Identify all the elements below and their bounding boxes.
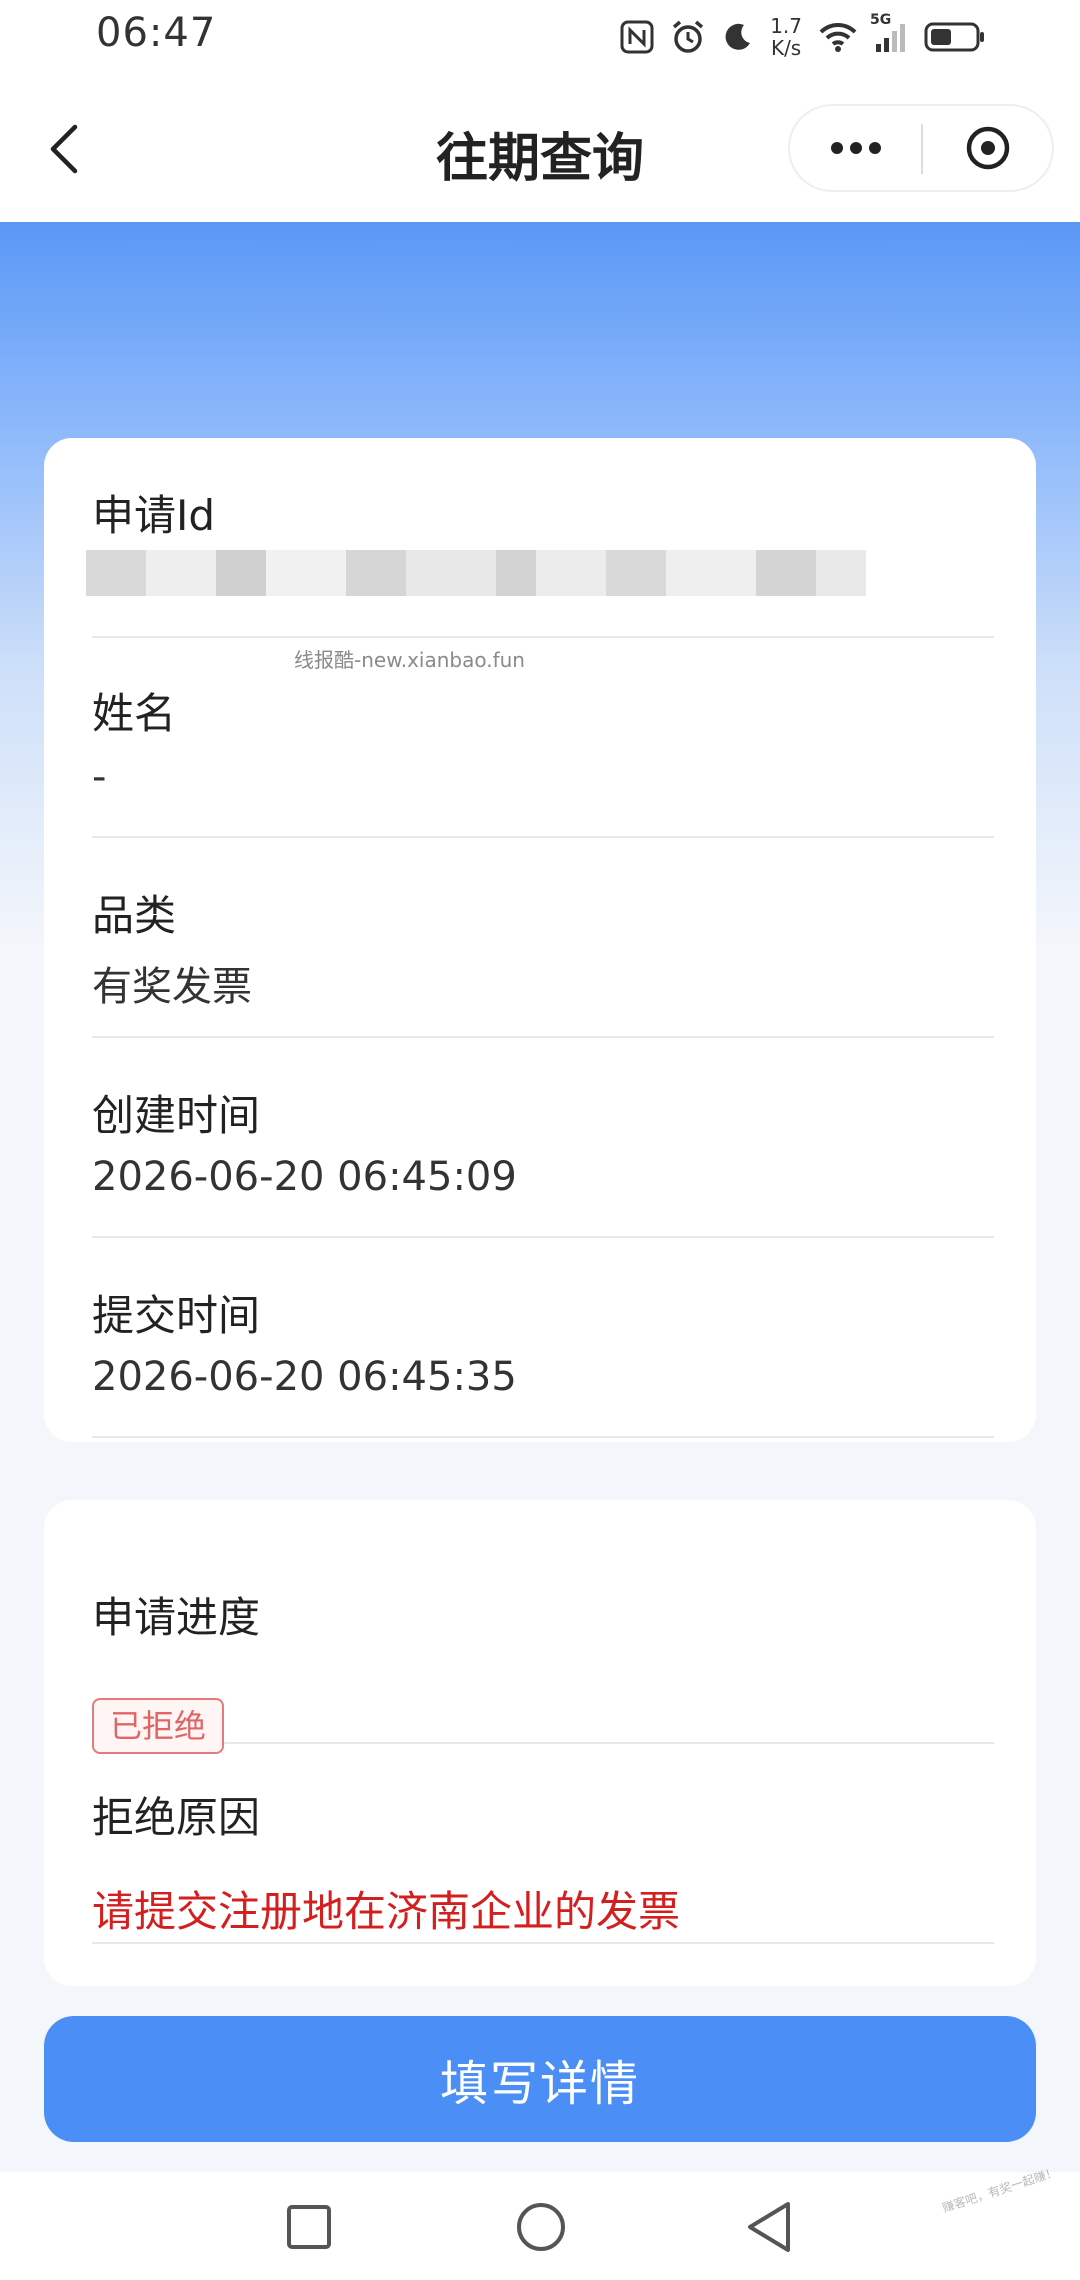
wifi-icon <box>818 20 858 54</box>
progress-label: 申请进度 <box>92 1593 261 1642</box>
fill-details-button[interactable]: 填写详情 <box>44 2016 1036 2142</box>
more-dots-icon <box>831 142 881 154</box>
application-progress-card: 申请进度 已拒绝 拒绝原因 请提交注册地在济南企业的发票 <box>44 1500 1036 1986</box>
field-progress: 申请进度 已拒绝 <box>92 1542 994 1754</box>
application-info-card: 申请Id 姓名 - 品类 有奖发票 创建时间 2026-06-20 06:45:… <box>44 438 1036 1442</box>
field-created-time: 创建时间 2026-06-20 06:45:09 <box>92 1036 994 1238</box>
nav-bar: 往期查询 <box>0 76 1080 222</box>
field-label: 姓名 <box>92 689 177 738</box>
field-label: 申请Id <box>92 491 216 540</box>
system-back-button[interactable] <box>734 2192 804 2262</box>
field-label: 品类 <box>92 891 177 940</box>
status-bar: 06:47 1.7 K/s 5G <box>0 0 1080 76</box>
home-button[interactable] <box>506 2192 576 2262</box>
net-speed-value: 1.7 <box>770 14 802 38</box>
mini-program-capsule <box>788 104 1054 192</box>
capsule-divider <box>921 124 923 174</box>
home-circle-icon <box>517 2203 565 2251</box>
recent-apps-button[interactable] <box>274 2192 344 2262</box>
field-label: 提交时间 <box>92 1291 261 1340</box>
field-reject-reason: 拒绝原因 请提交注册地在济南企业的发票 <box>92 1742 994 1944</box>
created-time-value: 2026-06-20 06:45:09 <box>92 1154 517 1200</box>
reject-reason-label: 拒绝原因 <box>92 1793 261 1842</box>
field-application-id: 申请Id <box>86 438 994 638</box>
signal-label: 5G <box>870 12 892 28</box>
name-value: - <box>92 754 107 800</box>
watermark-text: 线报酷-new.xianbao.fun <box>294 648 525 672</box>
field-name: 姓名 - <box>92 636 994 838</box>
redacted-id-blur <box>86 550 866 596</box>
close-circle-icon <box>966 126 1010 170</box>
submitted-time-value: 2026-06-20 06:45:35 <box>92 1354 517 1400</box>
reject-reason-text: 请提交注册地在济南企业的发票 <box>92 1887 681 1936</box>
status-icons: 1.7 K/s 5G <box>620 12 986 62</box>
back-triangle-icon <box>748 2202 790 2252</box>
status-time: 06:47 <box>96 10 217 56</box>
system-nav-bar <box>0 2172 1080 2280</box>
signal-icon: 5G <box>870 12 908 54</box>
net-speed-unit: K/s <box>770 36 802 60</box>
nfc-icon <box>620 20 654 54</box>
battery-icon <box>924 21 986 53</box>
field-label: 创建时间 <box>92 1091 261 1140</box>
field-category: 品类 有奖发票 <box>92 836 994 1038</box>
category-value: 有奖发票 <box>92 964 252 1010</box>
moon-icon <box>722 21 754 53</box>
close-button[interactable] <box>924 106 1052 190</box>
recent-apps-icon <box>287 2205 331 2249</box>
alarm-icon <box>670 19 706 55</box>
more-button[interactable] <box>790 106 922 190</box>
field-submitted-time: 提交时间 2026-06-20 06:45:35 <box>92 1236 994 1438</box>
net-speed: 1.7 K/s <box>770 15 802 59</box>
